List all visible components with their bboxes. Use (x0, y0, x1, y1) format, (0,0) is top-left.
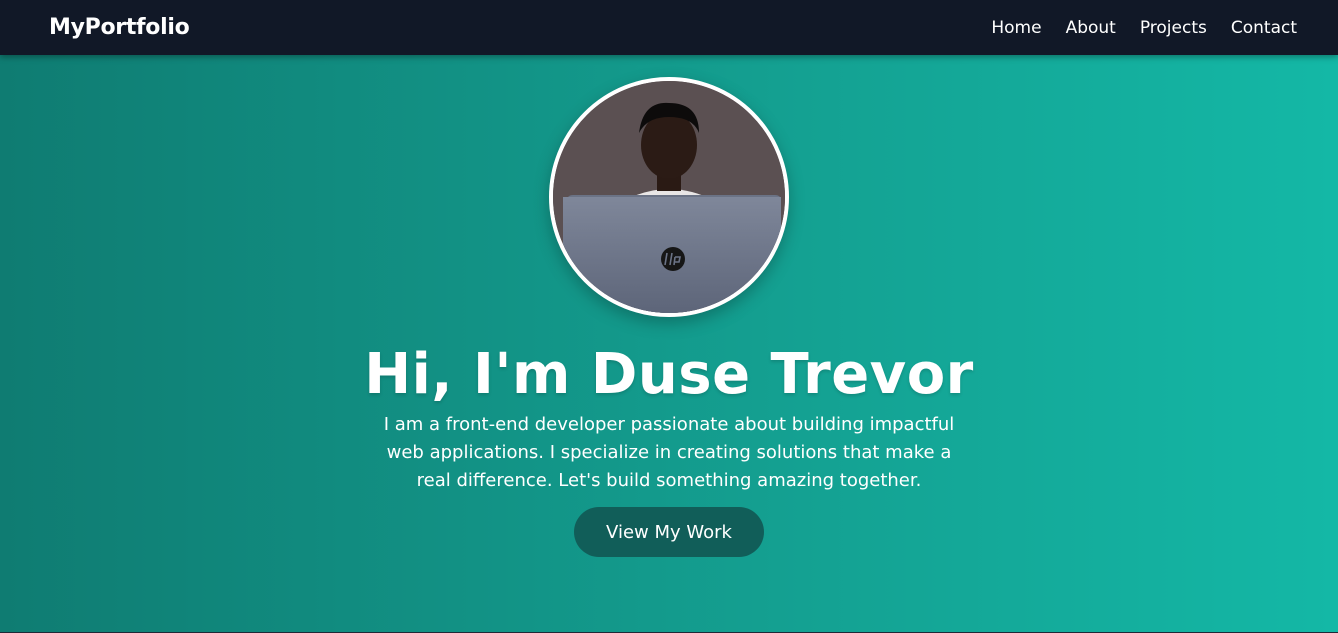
hero-section: Hi, I'm Duse Trevor I am a front-end dev… (0, 55, 1338, 632)
nav-link-about[interactable]: About (1066, 18, 1116, 38)
nav-link-projects[interactable]: Projects (1140, 18, 1207, 38)
nav-link-home[interactable]: Home (991, 18, 1041, 38)
hero-title: Hi, I'm Duse Trevor (364, 342, 974, 407)
nav-link-contact[interactable]: Contact (1231, 18, 1297, 38)
brand-logo[interactable]: MyPortfolio (49, 15, 190, 40)
hero-description: I am a front-end developer passionate ab… (383, 414, 955, 491)
navbar: MyPortfolio Home About Projects Contact (0, 0, 1338, 55)
profile-avatar (549, 77, 789, 317)
profile-photo (553, 81, 785, 313)
nav-links: Home About Projects Contact (991, 18, 1297, 38)
view-my-work-button[interactable]: View My Work (574, 507, 764, 557)
